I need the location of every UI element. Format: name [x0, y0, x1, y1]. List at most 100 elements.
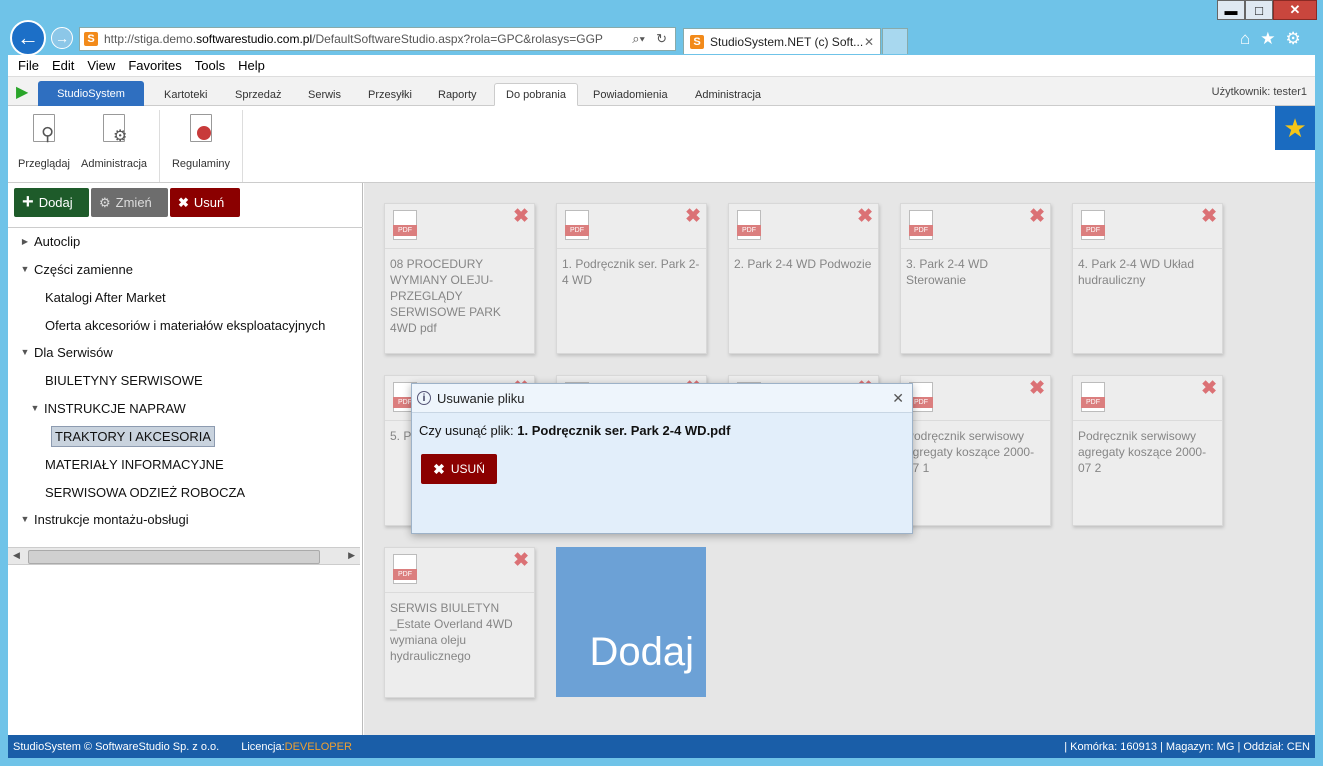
scroll-right-icon[interactable]: ▶	[348, 550, 355, 561]
info-icon: i	[417, 391, 431, 405]
ribbon-admin-button[interactable]: ⚙ Administracja	[81, 112, 147, 170]
menu-help[interactable]: Help	[238, 58, 265, 73]
tab-raporty[interactable]: Raporty	[427, 83, 488, 106]
tab-favicon-icon: S	[690, 34, 704, 49]
user-label: Użytkownik: tester1	[1211, 86, 1307, 98]
menu-file[interactable]: File	[18, 58, 39, 73]
play-icon[interactable]: ▶	[16, 82, 28, 102]
tree-node[interactable]: ▶ Autoclip	[16, 229, 80, 253]
tree-node[interactable]: SERWISOWA ODZIEŻ ROBOCZA	[45, 480, 245, 504]
favorite-star-button[interactable]: ★	[1275, 106, 1315, 150]
tree-node[interactable]: Katalogi After Market	[45, 285, 166, 309]
refresh-icon[interactable]: ↻	[656, 31, 667, 47]
tree-node-selected[interactable]: TRAKTORY I AKCESORIA	[51, 424, 216, 448]
gears-icon: ⚙	[113, 128, 128, 145]
dialog-close-icon[interactable]: ✕	[892, 390, 904, 407]
confirm-delete-button[interactable]: ✖ USUŃ	[421, 454, 497, 484]
tree-node[interactable]: ▼ Części zamienne	[16, 257, 133, 281]
scrollbar-thumb[interactable]	[28, 550, 320, 564]
app-tab-bar: ▶ StudioSystem Kartoteki Sprzedaż Serwis…	[8, 77, 1315, 106]
tab-serwis[interactable]: Serwis	[297, 83, 352, 106]
menu-edit[interactable]: Edit	[52, 58, 74, 73]
location-info: | Komórka: 160913 | Magazyn: MG | Oddzia…	[1064, 740, 1310, 753]
tree-node[interactable]: ▼ Dla Serwisów	[16, 340, 113, 364]
back-button[interactable]: ←	[10, 20, 46, 56]
dialog-filename: 1. Podręcznik ser. Park 2-4 WD.pdf	[517, 423, 731, 438]
delete-button[interactable]: ✖ Usuń	[170, 188, 240, 217]
ribbon-rules-button[interactable]: Regulaminy	[168, 112, 234, 170]
delete-file-dialog: i Usuwanie pliku ✕ Czy usunąć plik: 1. P…	[411, 383, 913, 534]
edit-button-label: Zmień	[115, 195, 152, 210]
dialog-question: Czy usunąć plik:	[419, 423, 518, 438]
expand-icon[interactable]: ▼	[16, 264, 34, 274]
copyright-text: StudioSystem © SoftwareStudio Sp. z o.o.	[13, 740, 220, 753]
menu-tools[interactable]: Tools	[195, 58, 225, 73]
url-path: /DefaultSoftwareStudio.aspx?rola=GPC&rol…	[312, 32, 603, 46]
scroll-left-icon[interactable]: ◀	[13, 550, 20, 561]
x-icon: ✖	[433, 460, 445, 477]
certificate-icon	[197, 126, 211, 140]
menu-favorites[interactable]: Favorites	[128, 58, 181, 73]
ribbon: ⚲ Przeglądaj ⚙ Administracja Regulaminy …	[8, 106, 1315, 183]
license-label: Licencja:	[241, 740, 285, 753]
arrow-left-icon: ←	[17, 25, 39, 50]
license-value: DEVELOPER	[284, 740, 352, 753]
category-tree: ▶ Autoclip ▼ Części zamienne Katalogi Afte…	[8, 227, 363, 527]
tab-przesylki[interactable]: Przesyłki	[357, 83, 423, 106]
confirm-delete-label: USUŃ	[450, 462, 485, 476]
ribbon-rules-label: Regulaminy	[171, 158, 231, 170]
gear-icon[interactable]: ⚙	[1286, 29, 1301, 49]
star-icon: ★	[1283, 112, 1307, 143]
magnifier-icon: ⚲	[41, 124, 55, 144]
tab-close-icon[interactable]: ✕	[864, 35, 874, 49]
add-button[interactable]: + Dodaj	[14, 188, 89, 217]
edit-button[interactable]: ⚙ Zmień	[91, 188, 168, 217]
new-tab-button[interactable]	[882, 28, 908, 54]
maximize-button[interactable]: □	[1245, 0, 1273, 20]
tab-powiadomienia[interactable]: Powiadomienia	[582, 83, 679, 106]
tree-node[interactable]: ▼ INSTRUKCJE NAPRAW	[26, 396, 186, 420]
tree-node[interactable]: MATERIAŁY INFORMACYJNE	[45, 452, 224, 476]
tab-do-pobrania[interactable]: Do pobrania	[494, 83, 578, 106]
favorites-star-icon[interactable]: ★	[1260, 29, 1275, 49]
ribbon-browse-label: Przeglądaj	[18, 158, 70, 170]
tab-kartoteki[interactable]: Kartoteki	[153, 83, 218, 106]
expand-icon[interactable]: ▼	[16, 347, 34, 357]
dialog-title: Usuwanie pliku	[437, 390, 525, 406]
tab-title: StudioSystem.NET (c) Soft...	[710, 34, 864, 49]
ribbon-browse-button[interactable]: ⚲ Przeglądaj	[11, 112, 77, 170]
dialog-title-bar: i Usuwanie pliku	[412, 384, 912, 413]
expand-icon[interactable]: ▼	[16, 514, 34, 524]
address-bar[interactable]: S http://stiga.demo. softwarestudio.com.p…	[79, 27, 676, 51]
plus-icon: +	[22, 191, 34, 213]
home-icon[interactable]: ⌂	[1240, 29, 1250, 49]
tab-sprzedaz[interactable]: Sprzedaż	[224, 83, 292, 106]
tab-studiosystem[interactable]: StudioSystem	[38, 81, 144, 106]
expand-icon[interactable]: ▼	[26, 403, 44, 413]
menu-bar: File Edit View Favorites Tools Help	[8, 55, 1315, 77]
forward-button[interactable]: →	[51, 27, 73, 49]
add-button-label: Dodaj	[38, 195, 73, 210]
arrow-right-icon: →	[55, 30, 69, 46]
ribbon-separator	[159, 110, 160, 182]
ribbon-admin-label: Administracja	[80, 158, 148, 170]
expand-icon[interactable]: ▶	[16, 237, 34, 246]
tree-node[interactable]: BIULETYNY SERWISOWE	[45, 368, 203, 392]
minimize-button[interactable]: ▬	[1217, 0, 1245, 20]
x-icon: ✖	[178, 194, 189, 210]
tree-node[interactable]: Oferta akcesoriów i materiałów eksploata…	[45, 313, 325, 337]
close-window-button[interactable]: ✕	[1273, 0, 1317, 20]
browser-tools: ⌂ ★ ⚙	[1240, 29, 1301, 49]
left-panel: + Dodaj ⚙ Zmień ✖ Usuń ▶ Autoclip ▼ Części za…	[8, 183, 363, 735]
site-favicon-icon: S	[84, 32, 98, 46]
horizontal-scrollbar[interactable]: ◀ ▶	[8, 547, 360, 565]
delete-button-label: Usuń	[193, 195, 225, 210]
window-controls: ▬ □ ✕	[1217, 0, 1317, 20]
menu-view[interactable]: View	[87, 58, 115, 73]
search-icon[interactable]: ⌕▾	[632, 31, 645, 47]
browser-tab[interactable]: S StudioSystem.NET (c) Soft... ✕	[683, 28, 881, 54]
gear-icon: ⚙	[99, 194, 111, 210]
tab-administracja[interactable]: Administracja	[684, 83, 772, 106]
url-domain: softwarestudio.com.pl	[196, 32, 313, 46]
tree-node[interactable]: ▼ Instrukcje montażu-obsługi	[16, 507, 189, 531]
